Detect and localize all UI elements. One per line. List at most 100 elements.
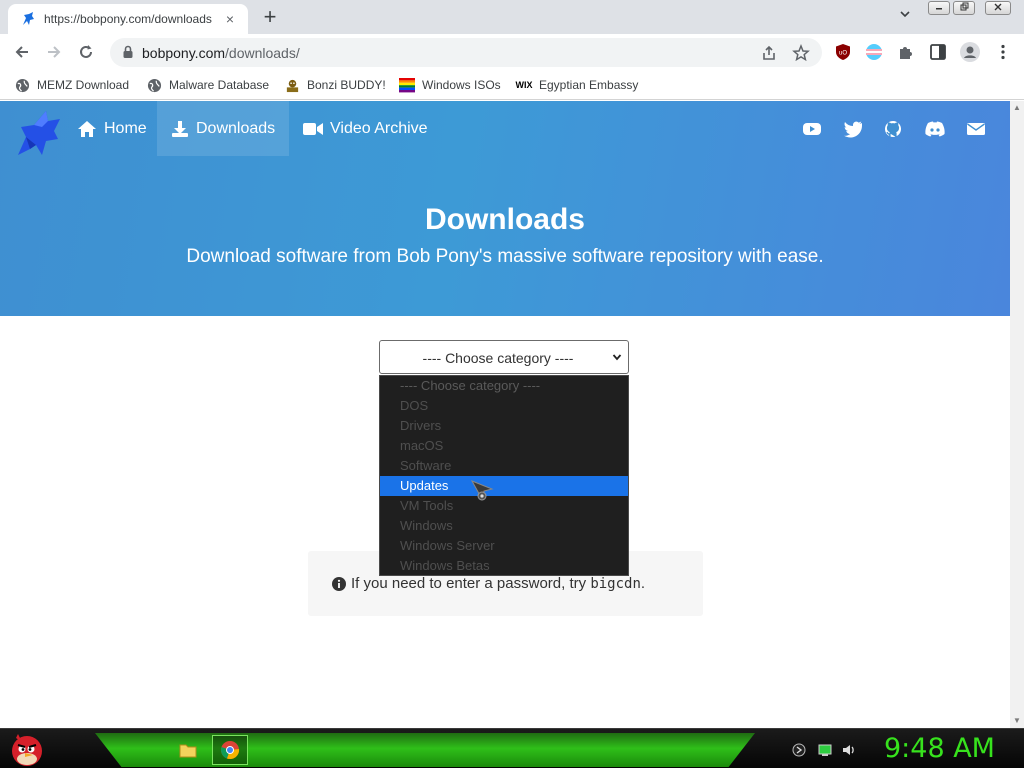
nav-video-archive-label: Video Archive <box>330 119 428 137</box>
mail-icon[interactable] <box>966 120 986 138</box>
bobpony-logo-icon[interactable] <box>12 105 64 157</box>
home-icon <box>78 120 96 137</box>
password-note-text: If you need to enter a password, try big… <box>332 575 645 592</box>
scroll-down-icon[interactable]: ▼ <box>1010 714 1024 728</box>
side-panel-icon[interactable] <box>929 43 947 61</box>
taskbar-clock[interactable]: 9:48 AM <box>884 733 995 764</box>
extensions-puzzle-icon[interactable] <box>897 43 915 61</box>
github-icon[interactable] <box>883 120 903 138</box>
nav-downloads-label: Downloads <box>196 119 276 137</box>
password-code: bigcdn <box>590 575 641 592</box>
option-vm-tools[interactable]: VM Tools <box>380 496 628 516</box>
tab-title: https://bobpony.com/downloads <box>44 12 212 26</box>
option-drivers[interactable]: Drivers <box>380 416 628 436</box>
tab-close-button[interactable]: × <box>222 11 238 27</box>
hero-banner: Home Downloads Video Archive Downloads D… <box>0 101 1010 316</box>
tab-search-chevron-icon[interactable] <box>895 8 915 26</box>
angry-bird-start-icon[interactable] <box>8 730 46 768</box>
close-window-button[interactable] <box>985 1 1011 15</box>
wix-icon: WIX <box>515 80 533 90</box>
site-navbar: Home Downloads Video Archive <box>0 101 1010 156</box>
discord-icon[interactable] <box>924 120 946 138</box>
trans-flag-extension-icon[interactable] <box>865 43 883 61</box>
svg-text:uO: uO <box>839 51 847 57</box>
ublock-origin-icon[interactable]: uO <box>834 43 852 61</box>
option-dos[interactable]: DOS <box>380 396 628 416</box>
bookmark-label: Bonzi BUDDY! <box>307 78 386 92</box>
option-windows[interactable]: Windows <box>380 516 628 536</box>
bookmarks-bar: MEMZ Download Malware Database Bonzi BUD… <box>0 70 1024 100</box>
restore-button[interactable] <box>953 1 975 15</box>
bookmark-bonzi-buddy[interactable]: Bonzi BUDDY! <box>284 75 386 95</box>
reload-icon <box>80 45 92 58</box>
arrow-left-icon <box>15 46 28 58</box>
taskbar-explorer[interactable] <box>170 735 206 765</box>
scroll-up-icon[interactable]: ▲ <box>1010 101 1024 115</box>
page-viewport: Home Downloads Video Archive Downloads D… <box>0 101 1010 728</box>
folder-icon <box>179 744 197 758</box>
chrome-icon <box>220 741 240 760</box>
mouse-cursor-icon <box>470 480 494 501</box>
new-tab-button[interactable]: + <box>258 6 282 30</box>
tray-volume-icon[interactable] <box>842 743 856 757</box>
reload-button[interactable] <box>74 40 98 64</box>
page-title: Downloads <box>424 203 585 236</box>
url-path: /downloads/ <box>225 45 300 61</box>
bookmark-star-icon[interactable] <box>792 44 810 62</box>
category-select-value: ---- Choose category ---- <box>422 350 574 366</box>
bobpony-favicon-icon <box>23 12 34 25</box>
browser-toolbar: bobpony.com/downloads/ uO <box>0 34 1024 70</box>
profile-avatar-icon[interactable] <box>960 42 980 62</box>
chevron-down-icon <box>612 354 622 361</box>
category-select[interactable]: ---- Choose category ---- <box>379 340 629 374</box>
forward-button[interactable] <box>42 40 66 64</box>
nav-video-archive[interactable]: Video Archive <box>293 101 438 156</box>
bookmark-egyptian-embassy[interactable]: WIX Egyptian Embassy <box>515 75 639 95</box>
video-icon <box>303 122 323 135</box>
rainbow-icon <box>399 77 415 93</box>
tab-strip: https://bobpony.com/downloads × + <box>0 0 1024 34</box>
globe-icon <box>146 77 162 93</box>
option-windows-betas[interactable]: Windows Betas <box>380 556 628 575</box>
password-note-message: If you need to enter a password, try <box>351 575 587 592</box>
download-icon <box>172 120 188 137</box>
option-windows-server[interactable]: Windows Server <box>380 536 628 556</box>
nav-downloads[interactable]: Downloads <box>157 101 290 156</box>
tray-wifi-icon[interactable] <box>792 743 806 757</box>
share-icon[interactable] <box>760 44 778 62</box>
browser-tab[interactable]: https://bobpony.com/downloads × <box>8 4 248 34</box>
url-host: bobpony.com <box>142 45 226 61</box>
bookmark-malware-database[interactable]: Malware Database <box>146 75 269 95</box>
bookmark-label: MEMZ Download <box>37 78 130 92</box>
tray-network-icon[interactable] <box>818 743 832 757</box>
back-button[interactable] <box>10 40 34 64</box>
lock-icon <box>123 45 133 58</box>
url-text: bobpony.com/downloads/ <box>142 45 300 61</box>
page-subtitle: Download software from Bob Pony's massiv… <box>186 246 824 267</box>
menu-kebab-icon[interactable] <box>994 43 1012 61</box>
twitter-icon[interactable] <box>843 120 863 138</box>
option-macos[interactable]: macOS <box>380 436 628 456</box>
nav-home[interactable]: Home <box>67 101 157 156</box>
bookmark-memz-download[interactable]: MEMZ Download <box>14 75 129 95</box>
bookmark-label: Egyptian Embassy <box>539 78 639 92</box>
taskbar-chrome[interactable] <box>212 735 248 765</box>
nav-home-label: Home <box>104 119 147 137</box>
password-note-period: . <box>640 575 646 592</box>
info-circle-icon <box>332 576 346 591</box>
bookmark-windows-isos[interactable]: Windows ISOs <box>399 75 501 95</box>
arrow-right-icon <box>48 46 61 58</box>
bookmark-label: Malware Database <box>169 78 270 92</box>
bookmark-label: Windows ISOs <box>422 78 501 92</box>
os-taskbar: 9:48 AM <box>0 728 1024 768</box>
globe-icon <box>14 77 30 93</box>
bonzi-icon <box>284 77 300 93</box>
page-scrollbar[interactable]: ▲ ▼ <box>1010 101 1024 728</box>
option-software[interactable]: Software <box>380 456 628 476</box>
address-bar[interactable]: bobpony.com/downloads/ <box>110 38 822 67</box>
option-choose-category[interactable]: ---- Choose category ---- <box>380 376 628 396</box>
minimize-button[interactable] <box>928 1 950 15</box>
youtube-icon[interactable] <box>802 120 822 138</box>
category-dropdown-list: ---- Choose category ---- DOS Drivers ma… <box>379 375 629 576</box>
option-updates[interactable]: Updates <box>380 476 628 496</box>
